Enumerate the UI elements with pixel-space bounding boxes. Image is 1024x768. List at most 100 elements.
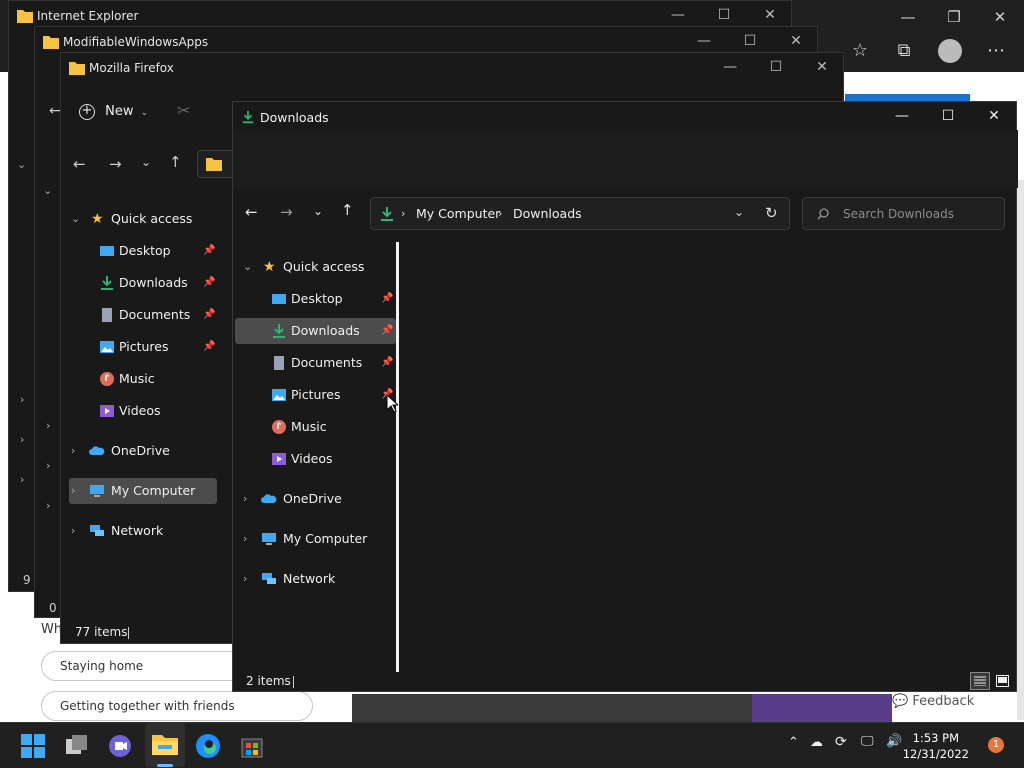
nav-videos[interactable]: Videos — [235, 446, 396, 472]
address-dropdown-icon[interactable]: ⌄ — [734, 205, 744, 219]
nav-label: Documents — [291, 355, 363, 370]
address-bar[interactable]: › My Computer › Downloads ⌄ ↻ — [370, 197, 790, 230]
profile-avatar[interactable] — [938, 39, 962, 63]
search-box[interactable]: Search Downloads — [802, 197, 1005, 230]
nav-network[interactable]: › Network — [69, 518, 230, 544]
network-icon — [262, 573, 276, 584]
breadcrumb-my-computer[interactable]: My Computer — [416, 206, 500, 221]
maximize-button[interactable]: ☐ — [727, 27, 773, 55]
nav-videos[interactable]: Videos — [69, 398, 230, 424]
poll-option-friends[interactable]: Getting together with friends — [41, 691, 313, 721]
search-input[interactable]: Search Downloads — [843, 207, 954, 221]
edge-browser-icon[interactable] — [193, 731, 223, 761]
browser-scrollbar[interactable] — [1017, 180, 1024, 720]
breadcrumb-downloads[interactable]: Downloads — [513, 206, 582, 221]
sync-icon[interactable]: ⟳ — [835, 734, 847, 750]
chevron-right-icon[interactable]: › — [46, 499, 50, 512]
pin-icon: 📌 — [381, 357, 394, 368]
address-bar[interactable] — [197, 150, 237, 178]
nav-quick-access[interactable]: ⌄ ★ Quick access — [235, 254, 396, 280]
back-arrow-icon[interactable]: ← — [73, 155, 86, 173]
window-downloads[interactable]: Downloads — ☐ ✕ ← → ⌄ ↑ › My Computer › … — [232, 101, 1018, 692]
nav-pictures[interactable]: Pictures 📌 — [235, 382, 396, 408]
favorites-icon[interactable]: ☆ — [848, 40, 872, 61]
cloud-offline-icon[interactable]: ☁ — [810, 735, 823, 750]
computer-icon — [262, 533, 276, 545]
window-title: Downloads — [260, 110, 329, 125]
nav-my-computer[interactable]: › My Computer — [69, 478, 217, 504]
clock[interactable]: 1:53 PM 12/31/2022 — [903, 730, 969, 762]
file-list[interactable] — [403, 242, 1015, 672]
nav-pictures[interactable]: Pictures 📌 — [69, 334, 230, 360]
tray-overflow-icon[interactable]: ⌃ — [788, 735, 799, 750]
new-button[interactable]: + New ⌄ — [79, 101, 148, 123]
nav-network[interactable]: › Network — [235, 566, 396, 592]
forward-arrow-icon[interactable]: → — [109, 155, 122, 173]
nav-desktop[interactable]: Desktop 📌 — [235, 286, 396, 312]
nav-music[interactable]: Music — [235, 414, 396, 440]
back-arrow-icon[interactable]: ← — [245, 203, 258, 221]
mouse-cursor-icon — [386, 394, 398, 413]
browser-restore-button[interactable]: ❐ — [931, 2, 977, 32]
refresh-icon[interactable]: ↻ — [765, 204, 778, 222]
nav-label: Downloads — [119, 275, 188, 290]
chevron-right-icon[interactable]: › — [20, 393, 24, 406]
nav-documents[interactable]: Documents 📌 — [235, 350, 396, 376]
browser-close-button[interactable]: ✕ — [977, 2, 1023, 32]
browser-minimize-button[interactable]: — — [885, 2, 931, 32]
minimize-button[interactable]: — — [879, 102, 925, 130]
nav-my-computer[interactable]: › My Computer — [235, 526, 396, 552]
explorer-taskbar-button[interactable] — [145, 723, 185, 767]
notification-badge[interactable]: 1 — [988, 737, 1004, 753]
close-button[interactable]: ✕ — [747, 1, 793, 29]
nav-downloads[interactable]: Downloads 📌 — [235, 318, 396, 344]
nav-downloads[interactable]: Downloads 📌 — [69, 270, 230, 296]
chevron-right-icon[interactable]: › — [46, 419, 50, 432]
nav-label: Music — [291, 419, 327, 434]
teams-chat-icon[interactable] — [105, 731, 135, 761]
nav-onedrive[interactable]: › OneDrive — [69, 438, 230, 464]
maximize-button[interactable]: ☐ — [701, 1, 747, 29]
close-button[interactable]: ✕ — [773, 27, 819, 55]
close-button[interactable]: ✕ — [799, 53, 845, 81]
window-title: Mozilla Firefox — [89, 61, 174, 75]
up-arrow-icon[interactable]: ↑ — [169, 153, 182, 171]
minimize-button[interactable]: — — [707, 53, 753, 81]
chevron-right-icon[interactable]: › — [46, 459, 50, 472]
maximize-button[interactable]: ☐ — [753, 53, 799, 81]
large-icons-view-button[interactable] — [993, 672, 1013, 690]
up-arrow-icon[interactable]: ↑ — [341, 201, 354, 219]
nav-quick-access[interactable]: ⌄ ★ Quick access — [69, 206, 230, 232]
details-view-button[interactable] — [970, 672, 990, 690]
chevron-down-icon[interactable]: ⌄ — [43, 184, 52, 197]
pane-splitter[interactable] — [396, 242, 399, 672]
minimize-button[interactable]: — — [655, 1, 701, 29]
store-icon[interactable] — [237, 731, 267, 761]
chevron-right-icon[interactable]: › — [20, 433, 24, 446]
feedback-button[interactable]: 💬 Feedback — [892, 694, 974, 709]
back-arrow-icon[interactable]: ← — [49, 103, 61, 119]
cut-icon[interactable]: ✂ — [177, 101, 190, 120]
forward-arrow-icon[interactable]: → — [280, 203, 293, 221]
document-icon — [102, 308, 112, 322]
status-divider — [128, 627, 129, 639]
nav-documents[interactable]: Documents 📌 — [69, 302, 230, 328]
recent-locations-icon[interactable]: ⌄ — [313, 204, 323, 218]
chevron-down-icon[interactable]: ⌄ — [17, 158, 26, 171]
minimize-button[interactable]: — — [681, 27, 727, 55]
network-status-icon[interactable]: 🖵 — [861, 734, 874, 749]
nav-music[interactable]: Music — [69, 366, 230, 392]
recent-locations-icon[interactable]: ⌄ — [141, 155, 151, 169]
nav-onedrive[interactable]: › OneDrive — [235, 486, 396, 512]
collections-icon[interactable]: ⧉ — [892, 40, 916, 61]
nav-desktop[interactable]: Desktop 📌 — [69, 238, 230, 264]
more-options-icon[interactable]: ⋯ — [984, 40, 1008, 61]
close-button[interactable]: ✕ — [971, 102, 1017, 130]
windows-start-icon[interactable] — [18, 731, 48, 761]
folder-icon — [206, 158, 222, 171]
volume-icon[interactable]: 🔊 — [886, 734, 902, 749]
chevron-right-icon: › — [71, 484, 76, 497]
maximize-button[interactable]: ☐ — [925, 102, 971, 130]
chevron-right-icon[interactable]: › — [20, 473, 24, 486]
task-view-icon[interactable] — [62, 731, 92, 761]
